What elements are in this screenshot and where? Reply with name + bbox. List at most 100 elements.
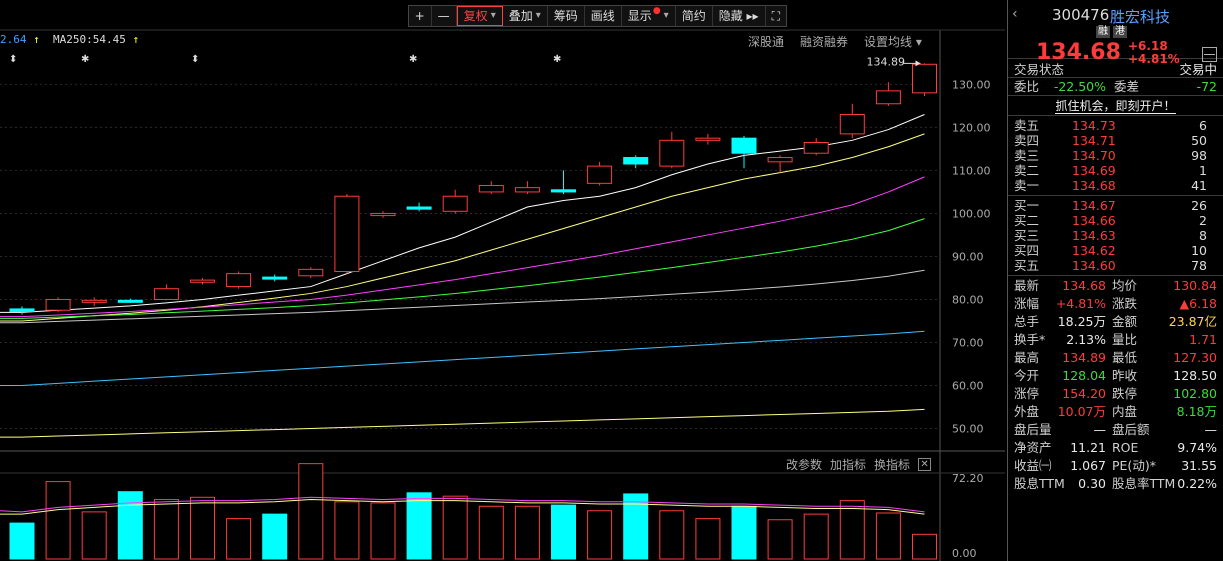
stat-v2: 1.71 <box>1189 332 1217 347</box>
candle-body <box>659 139 685 167</box>
candle-body <box>9 308 35 313</box>
stat-v1: 0.30 <box>1078 476 1106 491</box>
y-tick-label: 100.00 <box>952 207 991 220</box>
candle-body <box>478 184 504 193</box>
toolbar-overlay-button[interactable]: 叠加 <box>503 6 548 26</box>
stat-v1: 134.68 <box>1062 278 1106 293</box>
volume-bar <box>190 496 215 560</box>
buy-level-price: 134.62 <box>1072 243 1116 258</box>
stat-l2: 量比 <box>1112 332 1138 347</box>
kline-chart[interactable]: 130.00 120.00 110.00 100.00 90.00 80.00 70.00 6… <box>0 0 1005 561</box>
switch-indicator-button[interactable]: 换指标 <box>874 456 910 473</box>
toolbar-chips-button[interactable]: 筹码 <box>548 6 585 26</box>
toolbar-simple-button[interactable]: 简约 <box>676 6 713 26</box>
stat-v1: 2.13% <box>1066 332 1106 347</box>
buy-level-price: 134.67 <box>1072 198 1116 213</box>
buy-level-label: 买五 <box>1014 258 1040 273</box>
promo-text[interactable]: 抓住机会，即刻开户！ <box>1055 99 1176 114</box>
y-tick-label: 90.00 <box>952 250 984 263</box>
volume-bar <box>839 500 865 560</box>
stat-row: 总手 18.25万 金额 23.87亿 <box>1008 313 1223 331</box>
y-tick-label: 130.00 <box>952 78 991 91</box>
stat-l2: ROE <box>1112 440 1139 455</box>
candle-body <box>45 298 71 311</box>
buy-level-price: 134.60 <box>1072 258 1116 273</box>
stat-l1: 最新 <box>1014 278 1040 293</box>
candle-body <box>767 157 793 163</box>
volume-bar <box>478 505 504 560</box>
toolbar-fullscreen-button[interactable]: ⛶ <box>766 6 786 26</box>
toolbar-zoom-out-button[interactable]: — <box>432 6 457 26</box>
stat-row: 盘后量 — 盘后额 — <box>1008 421 1223 439</box>
close-icon[interactable]: ✕ <box>918 458 932 471</box>
subbar-margin[interactable]: 融资融券 <box>800 33 848 50</box>
candle-body <box>875 90 901 105</box>
volume-bar <box>298 463 324 560</box>
open-account-link[interactable]: 抓住机会，即刻开户！ <box>1008 95 1223 115</box>
buy-level-label: 买二 <box>1014 213 1040 228</box>
event-marker-icon: ⬍ <box>191 54 199 65</box>
toolbar-fullscreen-label: ⛶ <box>771 9 780 23</box>
edit-params-button[interactable]: 改参数 <box>786 456 822 473</box>
buy-level-row[interactable]: 买一 134.67 26 <box>1008 198 1223 213</box>
stat-l2: 股息率TTM <box>1112 476 1176 491</box>
buy-level-vol: 10 <box>1191 243 1207 258</box>
stat-row: 最新 134.68 均价 130.84 <box>1008 277 1223 295</box>
chart-area[interactable]: 130.00 120.00 110.00 100.00 90.00 80.00 70.00 6… <box>0 0 1005 561</box>
stat-l1: 换手* <box>1014 332 1046 347</box>
sell-level-label: 卖二 <box>1014 163 1040 178</box>
candle-body <box>334 195 360 273</box>
candle-body <box>514 187 540 193</box>
stat-l1: 盘后量 <box>1014 422 1052 437</box>
subbar-set-ma[interactable]: 设置均线 ▾ <box>864 33 922 50</box>
buy-level-row[interactable]: 买三 134.63 8 <box>1008 228 1223 243</box>
toolbar-zoom-out-label: — <box>437 9 450 23</box>
y-tick-label: 50.00 <box>952 422 984 435</box>
stock-code: 300476 <box>1052 6 1110 24</box>
ma-label-first: 2.64 <box>0 33 27 46</box>
toolbar-draw-label: 画线 <box>590 9 615 23</box>
stat-l2: 最低 <box>1112 350 1138 365</box>
buy-level-vol: 26 <box>1191 198 1207 213</box>
add-indicator-button[interactable]: 加指标 <box>830 456 866 473</box>
stat-l1: 收益㈠ <box>1014 458 1052 473</box>
stat-row: 换手* 2.13% 量比 1.71 <box>1008 331 1223 349</box>
buy-level-row[interactable]: 买四 134.62 10 <box>1008 243 1223 258</box>
toolbar-hide-button[interactable]: 隐藏 ▸▸ <box>713 6 766 26</box>
sell-level-row[interactable]: 卖二 134.69 1 <box>1008 163 1223 178</box>
y-tick-label: 120.00 <box>952 121 991 134</box>
toolbar-zoom-in-label: + <box>414 9 425 23</box>
sell-level-row[interactable]: 卖三 134.70 98 <box>1008 148 1223 163</box>
buy-level-row[interactable]: 买五 134.60 78 <box>1008 258 1223 273</box>
stat-row: 净资产 11.21 ROE 9.74% <box>1008 439 1223 457</box>
quote-stats: 最新 134.68 均价 130.84 涨幅 +4.81% 涨跌 ▲6.18 总手 18.25万金… <box>1008 275 1223 493</box>
toolbar-fuquan-button[interactable]: 复权 <box>456 6 503 26</box>
volume-bar <box>370 502 396 560</box>
buy-level-row[interactable]: 买二 134.66 2 <box>1008 213 1223 228</box>
stock-name[interactable]: 胜宏科技 <box>1110 6 1170 27</box>
stat-v1: 11.21 <box>1070 440 1106 455</box>
toolbar-draw-button[interactable]: 画线 <box>585 6 622 26</box>
volume-tick-label: 0.00 <box>952 547 977 560</box>
volume-bar <box>803 513 829 560</box>
toolbar-zoom-in-button[interactable]: + <box>409 6 432 26</box>
toolbar-display-button[interactable]: 显示 ● <box>622 6 676 26</box>
subbar-shenguton[interactable]: 深股通 <box>748 33 784 50</box>
event-marker-icon: ✱ <box>553 54 561 65</box>
sell-level-row[interactable]: 卖一 134.68 41 <box>1008 178 1223 193</box>
sell-level-vol: 41 <box>1191 178 1207 193</box>
stat-v2: — <box>1204 422 1218 437</box>
volume-bar <box>442 495 468 560</box>
stat-l1: 股息TTM <box>1014 476 1065 491</box>
chevron-left-icon[interactable]: ‹ <box>1012 6 1018 22</box>
collapse-button[interactable]: — <box>1202 47 1217 62</box>
sell-level-row[interactable]: 卖五 134.73 6 <box>1008 118 1223 133</box>
indicator-bar: 改参数 加指标 换指标 ✕ <box>786 456 932 473</box>
y-tick-label: 70.00 <box>952 336 984 349</box>
volume-bar <box>406 492 432 560</box>
stat-v2: 127.30 <box>1173 350 1217 365</box>
volume-bar <box>695 518 721 560</box>
sell-level-row[interactable]: 卖四 134.71 50 <box>1008 133 1223 148</box>
hk-connect-tag: 港 <box>1113 26 1127 38</box>
candle-body <box>912 63 937 94</box>
